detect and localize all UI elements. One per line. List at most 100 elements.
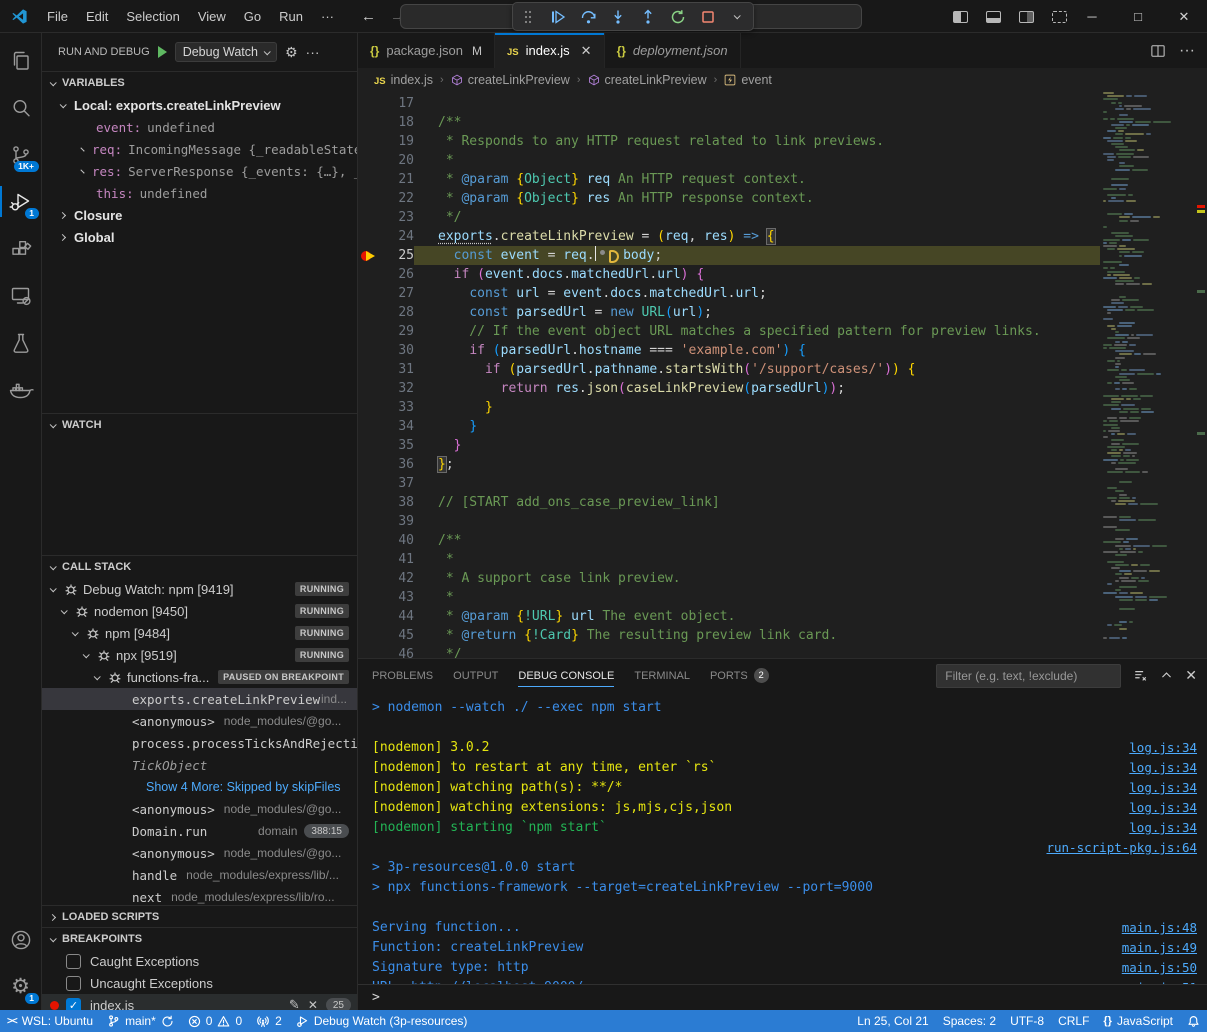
more-actions-icon[interactable]: ···: [306, 44, 320, 60]
status-item-right-3[interactable]: CRLF: [1051, 1010, 1096, 1032]
panel-tab-ports[interactable]: PORTS2: [710, 659, 769, 692]
activity-docker-icon[interactable]: [0, 366, 42, 413]
console-line[interactable]: Serving function...main.js:48: [372, 918, 1197, 938]
code-line[interactable]: 45 * @return {!Card} The resulting previ…: [358, 626, 1100, 645]
variable-row[interactable]: res:ServerResponse {_events: {…}, _e…: [42, 160, 357, 182]
code-line[interactable]: 20 *: [358, 151, 1100, 170]
code-line[interactable]: 40/**: [358, 531, 1100, 550]
code-line[interactable]: 22 * @param {Object} res An HTTP respons…: [358, 189, 1100, 208]
source-link[interactable]: log.js:34: [1129, 758, 1197, 778]
maximize-icon[interactable]: □: [1115, 0, 1161, 33]
filter-icon[interactable]: [1133, 669, 1148, 683]
console-line[interactable]: [nodemon] starting `npm start`log.js:34: [372, 818, 1197, 838]
call-stack-header[interactable]: CALL STACK: [42, 556, 357, 578]
minimize-icon[interactable]: ─: [1069, 0, 1115, 33]
code-line[interactable]: 30 if (parsedUrl.hostname === 'example.c…: [358, 341, 1100, 360]
code-line[interactable]: 37: [358, 474, 1100, 493]
debug-config-dropdown[interactable]: Debug Watch: [175, 42, 277, 62]
status-item-left-2[interactable]: 00: [181, 1010, 249, 1032]
menu-item-edit[interactable]: Edit: [77, 5, 117, 28]
callstack-frame-row[interactable]: <anonymous>node_modules/@go...: [42, 798, 357, 820]
watch-header[interactable]: WATCH: [42, 414, 357, 436]
callstack-session-row[interactable]: Debug Watch: npm [9419]RUNNING: [42, 578, 357, 600]
status-item-left-4[interactable]: Debug Watch (3p-resources): [289, 1010, 475, 1032]
continue-icon[interactable]: [549, 7, 567, 27]
breakpoint-checkbox[interactable]: ✓: [66, 998, 81, 1011]
activity-run-and-debug-icon[interactable]: 1: [0, 178, 42, 225]
source-link[interactable]: main.js:49: [1122, 938, 1197, 958]
close-tab-icon[interactable]: ✕: [581, 43, 592, 59]
code-line[interactable]: 26 if (event.docs.matchedUrl.url) {: [358, 265, 1100, 284]
console-filter-input[interactable]: [936, 664, 1121, 688]
code-line[interactable]: 44 * @param {!URL} url The event object.: [358, 607, 1100, 626]
callstack-session-row[interactable]: nodemon [9450]RUNNING: [42, 600, 357, 622]
activity-settings-gear-icon[interactable]: ⚙1: [0, 963, 42, 1010]
console-line[interactable]: > npx functions-framework --target=creat…: [372, 878, 1197, 898]
loaded-scripts-header[interactable]: LOADED SCRIPTS: [42, 906, 357, 927]
code-line[interactable]: 17: [358, 94, 1100, 113]
console-line[interactable]: [nodemon] watching extensions: js,mjs,cj…: [372, 798, 1197, 818]
breakpoint-checkbox[interactable]: [66, 954, 81, 969]
variables-header[interactable]: VARIABLES: [42, 72, 357, 94]
edit-breakpoint-icon[interactable]: ✎: [289, 997, 300, 1010]
tab-index-js[interactable]: JSindex.js✕: [495, 33, 605, 68]
stop-icon[interactable]: [699, 7, 717, 27]
code-line[interactable]: 42 * A support case link preview.: [358, 569, 1100, 588]
menu-item-go[interactable]: Go: [235, 5, 270, 28]
breakpoint-row[interactable]: ✓index.js✎✕25: [42, 994, 357, 1010]
code-line[interactable]: 41 *: [358, 550, 1100, 569]
breakpoint-row[interactable]: Uncaught Exceptions: [42, 972, 357, 994]
source-link[interactable]: log.js:34: [1129, 778, 1197, 798]
activity-testing-icon[interactable]: [0, 319, 42, 366]
status-item-right-2[interactable]: UTF-8: [1003, 1010, 1051, 1032]
code-line[interactable]: 19 * Responds to any HTTP request relate…: [358, 132, 1100, 151]
code-line[interactable]: 25 const event = req.body;: [358, 246, 1100, 265]
back-arrow-icon[interactable]: ←: [361, 8, 376, 25]
code-line[interactable]: 46 */: [358, 645, 1100, 658]
step-out-icon[interactable]: [639, 7, 657, 27]
activity-files-icon[interactable]: [0, 37, 42, 84]
callstack-frame-row[interactable]: <anonymous>node_modules/@go...: [42, 842, 357, 864]
menu-item-selection[interactable]: Selection: [117, 5, 188, 28]
source-link[interactable]: log.js:34: [1129, 798, 1197, 818]
activity-extensions-icon[interactable]: [0, 225, 42, 272]
activity-search-icon[interactable]: [0, 84, 42, 131]
activity-remote-explorer-icon[interactable]: [0, 272, 42, 319]
breakpoint-checkbox[interactable]: [66, 976, 81, 991]
code-line[interactable]: 38// [START add_ons_case_preview_link]: [358, 493, 1100, 512]
callstack-frame-row[interactable]: <anonymous>node_modules/@go...: [42, 710, 357, 732]
code-line[interactable]: 33 }: [358, 398, 1100, 417]
panel-tab-terminal[interactable]: TERMINAL: [634, 659, 690, 692]
code-line[interactable]: 23 */: [358, 208, 1100, 227]
status-item-right-0[interactable]: Ln 25, Col 21: [850, 1010, 935, 1032]
paused-breakpoint-icon[interactable]: [358, 246, 380, 265]
status-item-right-1[interactable]: Spaces: 2: [936, 1010, 1003, 1032]
toggle-sidebar-icon[interactable]: [953, 11, 968, 23]
tab-deployment-json[interactable]: {}deployment.json: [605, 33, 741, 68]
code-line[interactable]: 34 }: [358, 417, 1100, 436]
variables-scope-row[interactable]: Closure: [42, 204, 357, 226]
restart-icon[interactable]: [669, 7, 687, 27]
code-line[interactable]: 43 *: [358, 588, 1100, 607]
variable-row[interactable]: event:undefined: [42, 116, 357, 138]
console-line[interactable]: [nodemon] 3.0.2log.js:34: [372, 738, 1197, 758]
minimap[interactable]: [1100, 92, 1195, 658]
status-item-left-1[interactable]: main*: [100, 1010, 181, 1032]
code-line[interactable]: 32 return res.json(caseLinkPreview(parse…: [358, 379, 1100, 398]
callstack-frame-row[interactable]: nextnode_modules/express/lib/ro...: [42, 886, 357, 905]
callstack-frame-row[interactable]: TickObject: [42, 754, 357, 776]
source-link[interactable]: main.js:50: [1122, 958, 1197, 978]
tab-package-json[interactable]: {}package.jsonM: [358, 33, 495, 68]
step-over-icon[interactable]: [579, 7, 597, 27]
panel-tab-debug-console[interactable]: DEBUG CONSOLE: [518, 659, 614, 692]
menu-item-file[interactable]: File: [38, 5, 77, 28]
console-line[interactable]: [nodemon] to restart at any time, enter …: [372, 758, 1197, 778]
callstack-frame-row[interactable]: process.processTicksAndRejections: [42, 732, 357, 754]
maximize-panel-icon[interactable]: [1160, 669, 1173, 682]
chevron-down-icon[interactable]: [729, 7, 747, 27]
code-line[interactable]: 35 }: [358, 436, 1100, 455]
status-item-right-5[interactable]: [1180, 1010, 1207, 1032]
overview-ruler[interactable]: [1195, 92, 1207, 658]
toggle-secondary-sidebar-icon[interactable]: [1019, 11, 1034, 23]
show-more-link[interactable]: Show 4 More: Skipped by skipFiles: [146, 780, 341, 794]
